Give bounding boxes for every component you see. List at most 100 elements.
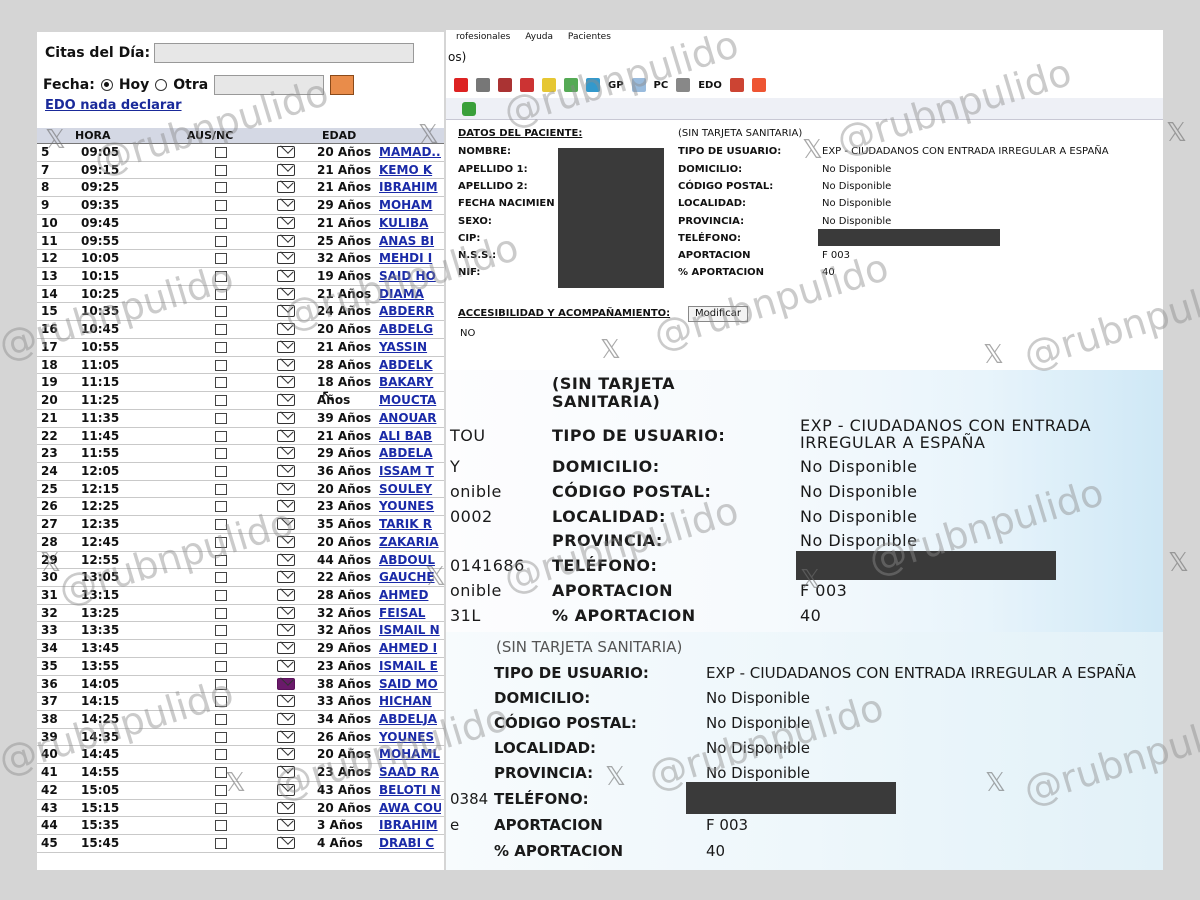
- table-row[interactable]: 27 12:35 35 Años TARIK R: [37, 516, 444, 534]
- envelope-icon[interactable]: [277, 801, 295, 814]
- envelope-icon[interactable]: [277, 464, 295, 477]
- row-nombre-link[interactable]: ABDERR: [379, 304, 441, 318]
- table-row[interactable]: 34 13:45 29 Años AHMED I: [37, 640, 444, 658]
- aus-checkbox[interactable]: [215, 784, 227, 796]
- radio-hoy[interactable]: [100, 79, 113, 91]
- aus-checkbox[interactable]: [215, 341, 227, 353]
- table-row[interactable]: 39 14:35 26 Años YOUNES: [37, 729, 444, 747]
- aus-checkbox[interactable]: [215, 306, 227, 318]
- toolbar-edo[interactable]: EDO: [698, 80, 722, 91]
- row-nombre-link[interactable]: ISMAIL N: [379, 623, 441, 637]
- table-row[interactable]: 23 11:55 29 Años ABDELA: [37, 445, 444, 463]
- aus-checkbox[interactable]: [215, 554, 227, 566]
- menu-profesionales[interactable]: rofesionales: [456, 32, 510, 42]
- date-field[interactable]: [214, 75, 325, 95]
- row-nombre-link[interactable]: AWA COU: [379, 801, 441, 815]
- envelope-icon[interactable]: [277, 323, 295, 336]
- radio-otra[interactable]: [155, 79, 168, 91]
- aus-checkbox[interactable]: [215, 589, 227, 601]
- envelope-icon[interactable]: [277, 447, 295, 460]
- row-nombre-link[interactable]: TARIK R: [379, 517, 441, 531]
- row-nombre-link[interactable]: IBRAHIM: [379, 180, 441, 194]
- table-row[interactable]: 30 13:05 22 Años GAUCHE: [37, 569, 444, 587]
- envelope-icon[interactable]: [277, 606, 295, 619]
- aus-checkbox[interactable]: [215, 678, 227, 690]
- envelope-icon[interactable]: [277, 411, 295, 424]
- row-nombre-link[interactable]: ANAS BI: [379, 234, 441, 248]
- envelope-icon[interactable]: [277, 695, 295, 708]
- aus-checkbox[interactable]: [215, 448, 227, 460]
- envelope-icon[interactable]: [277, 340, 295, 353]
- table-row[interactable]: 37 14:15 33 Años HICHAN: [37, 693, 444, 711]
- row-nombre-link[interactable]: KEMO K: [379, 163, 441, 177]
- row-nombre-link[interactable]: ISMAIL E: [379, 659, 441, 673]
- alert-icon[interactable]: [454, 78, 468, 92]
- envelope-icon[interactable]: [277, 287, 295, 300]
- table-row[interactable]: 18 11:05 28 Años ABDELK: [37, 357, 444, 375]
- envelope-icon[interactable]: [277, 837, 295, 850]
- row-nombre-link[interactable]: ABDOUL: [379, 553, 441, 567]
- aus-checkbox[interactable]: [215, 501, 227, 513]
- chart-icon[interactable]: [498, 78, 512, 92]
- edo-link[interactable]: EDO nada declarar: [45, 98, 182, 113]
- table-row[interactable]: 33 13:35 32 Años ISMAIL N: [37, 622, 444, 641]
- envelope-icon[interactable]: [277, 766, 295, 779]
- aus-checkbox[interactable]: [215, 430, 227, 442]
- envelope-icon[interactable]: [277, 642, 295, 655]
- table-row[interactable]: 12 10:05 32 Años MEHDI I: [37, 250, 444, 269]
- table-row[interactable]: 22 11:45 21 Años ALI BAB: [37, 428, 444, 446]
- table-row[interactable]: 42 15:05 43 Años BELOTI N: [37, 782, 444, 800]
- row-nombre-link[interactable]: YOUNES: [379, 499, 441, 513]
- calendar-icon[interactable]: [330, 75, 355, 95]
- aus-checkbox[interactable]: [215, 625, 227, 637]
- aus-checkbox[interactable]: [215, 200, 227, 212]
- aus-checkbox[interactable]: [215, 643, 227, 655]
- aus-checkbox[interactable]: [215, 607, 227, 619]
- table-row[interactable]: 16 10:45 20 Años ABDELG: [37, 321, 444, 339]
- person-icon[interactable]: [520, 78, 534, 92]
- envelope-icon[interactable]: [277, 819, 295, 832]
- aus-checkbox[interactable]: [215, 147, 227, 158]
- menu-ayuda[interactable]: Ayuda: [525, 32, 553, 42]
- envelope-icon[interactable]: [277, 713, 295, 725]
- table-row[interactable]: 17 10:55 21 Años YASSIN: [37, 339, 444, 357]
- envelope-icon[interactable]: [277, 358, 295, 371]
- table-row[interactable]: 11 09:55 25 Años ANAS BI: [37, 233, 444, 251]
- aus-checkbox[interactable]: [215, 377, 227, 389]
- row-nombre-link[interactable]: MAMAD...: [379, 145, 441, 159]
- row-nombre-link[interactable]: GAUCHE: [379, 570, 441, 584]
- table-row[interactable]: 35 13:55 23 Años ISMAIL E: [37, 658, 444, 676]
- box-icon[interactable]: [729, 78, 744, 92]
- envelope-icon[interactable]: [277, 535, 295, 548]
- aus-checkbox[interactable]: [215, 696, 227, 708]
- table-row[interactable]: 14 10:25 21 Años DIAMA: [37, 286, 444, 304]
- table-row[interactable]: 44 15:35 3 Años IBRAHIM: [37, 817, 444, 836]
- aus-checkbox[interactable]: [215, 536, 227, 548]
- aus-checkbox[interactable]: [215, 217, 227, 229]
- envelope-icon[interactable]: [277, 305, 295, 318]
- aus-checkbox[interactable]: [215, 412, 227, 424]
- row-nombre-link[interactable]: MOHAML: [379, 747, 441, 761]
- envelope-icon[interactable]: [277, 234, 295, 247]
- leaf-icon[interactable]: [564, 78, 578, 92]
- row-nombre-link[interactable]: YASSIN: [379, 340, 441, 354]
- table-row[interactable]: 8 09:25 21 Años IBRAHIM: [37, 179, 444, 198]
- row-nombre-link[interactable]: DIAMA: [379, 287, 441, 301]
- toolbar-pc[interactable]: PC: [654, 80, 669, 91]
- envelope-icon[interactable]: [277, 216, 295, 229]
- table-row[interactable]: 20 11:25 Años MOUCTA: [37, 392, 444, 410]
- warning-icon[interactable]: [751, 78, 766, 92]
- row-nombre-link[interactable]: AHMED: [379, 588, 441, 602]
- table-row[interactable]: 24 12:05 36 Años ISSAM T: [37, 463, 444, 481]
- table-row[interactable]: 29 12:55 44 Años ABDOUL: [37, 552, 444, 570]
- table-row[interactable]: 7 09:15 21 Años KEMO K: [37, 162, 444, 180]
- aus-checkbox[interactable]: [215, 749, 227, 761]
- table-row[interactable]: 21 11:35 39 Años ANOUAR: [37, 410, 444, 428]
- envelope-icon[interactable]: [277, 146, 295, 158]
- aus-checkbox[interactable]: [215, 572, 227, 584]
- printer-icon[interactable]: [676, 78, 691, 92]
- row-nombre-link[interactable]: MEHDI I: [379, 251, 441, 265]
- table-row[interactable]: 38 14:25 34 Años ABDELJA: [37, 711, 444, 729]
- row-nombre-link[interactable]: HICHAN: [379, 694, 441, 708]
- envelope-icon[interactable]: [277, 394, 295, 407]
